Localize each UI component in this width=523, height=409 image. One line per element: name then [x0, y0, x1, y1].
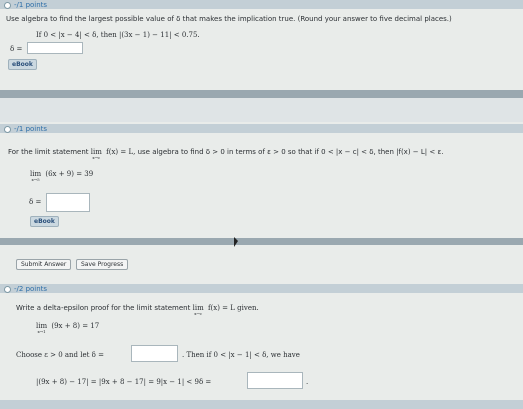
status-dot-icon — [4, 285, 11, 293]
status-dot-icon — [4, 1, 11, 9]
question-3-statement: Write a delta-epsilon proof for the limi… — [16, 304, 259, 316]
question-1-delta-input[interactable] — [27, 42, 83, 54]
section-spacer — [0, 98, 523, 122]
question-3-result-input[interactable] — [247, 372, 303, 389]
question-3-period: . — [306, 378, 309, 386]
question-1-header — [0, 0, 523, 9]
question-2-header — [0, 124, 523, 133]
question-2-statement: For the limit statement lim x→c f(x) = L… — [8, 148, 444, 160]
question-2-points: -/1 points — [4, 125, 47, 133]
question-3-example-limit: lim x→1 (9x + 8) = 17 — [36, 322, 100, 334]
save-progress-button[interactable]: Save Progress — [76, 259, 129, 270]
question-2-delta-input[interactable] — [46, 193, 90, 212]
question-1-ebook-button[interactable]: eBook — [8, 59, 37, 70]
question-1-points: -/1 points — [4, 1, 47, 9]
question-4-header — [0, 400, 523, 409]
question-2-ebook-button[interactable]: eBook — [30, 216, 59, 227]
submit-answer-button[interactable]: Submit Answer — [16, 259, 72, 270]
status-dot-icon — [4, 125, 11, 133]
question-3-header — [0, 284, 523, 293]
question-3-then-text: . Then if 0 < |x − 1| < δ, we have — [182, 351, 300, 359]
question-3-points: -/2 points — [4, 285, 47, 293]
question-3-proof-line: |(9x + 8) − 17| = |9x + 8 − 17| = 9|x − … — [36, 378, 212, 386]
question-3-choose-text: Choose ε > 0 and let δ = — [16, 351, 104, 359]
question-1-implication: If 0 < |x − 4| < δ, then |(3x − 1) − 11|… — [36, 31, 200, 39]
question-1-instruction: Use algebra to find the largest possible… — [6, 15, 452, 23]
limit-operator: lim x→5 — [30, 170, 42, 182]
limit-operator: lim x→c — [90, 148, 102, 160]
section-divider — [0, 90, 523, 98]
mouse-pointer-icon — [234, 237, 238, 247]
section-divider — [0, 238, 523, 245]
question-1-delta-label: δ = — [10, 45, 23, 53]
limit-operator: lim x→c — [192, 304, 204, 316]
question-2-example-limit: lim x→5 (6x + 9) = 39 — [30, 170, 94, 182]
limit-operator: lim x→1 — [36, 322, 48, 334]
question-2-delta-label: δ = — [29, 198, 42, 206]
question-3-delta-input[interactable] — [131, 345, 178, 362]
